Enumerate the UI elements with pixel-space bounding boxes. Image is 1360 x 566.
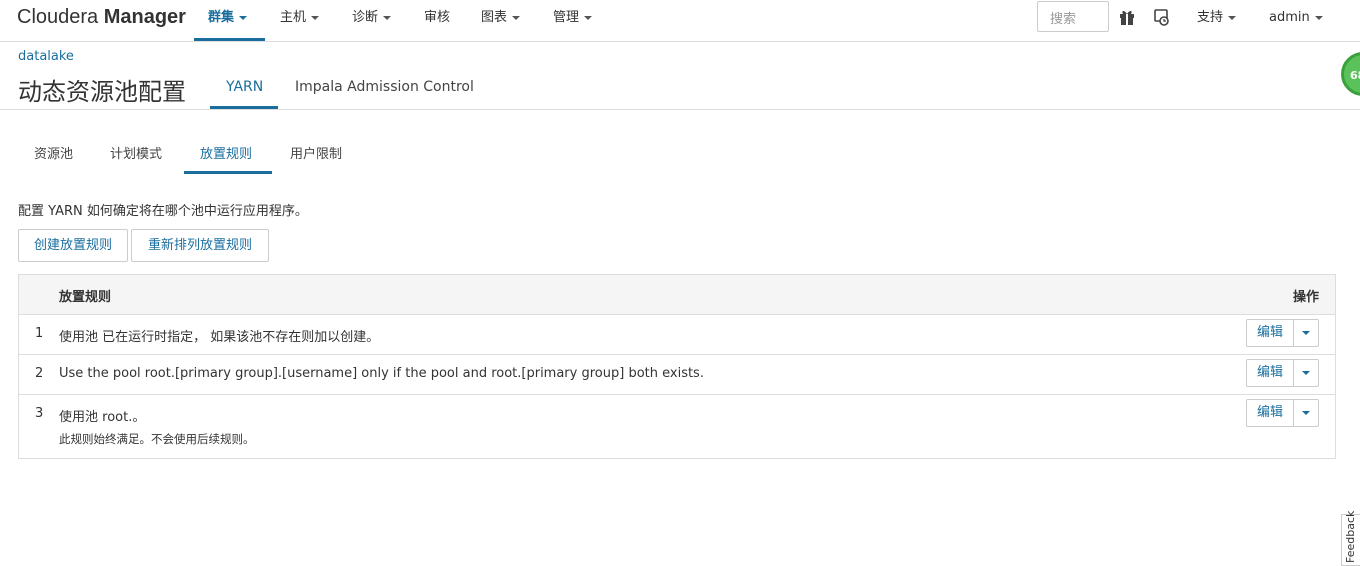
page-description: 配置 YARN 如何确定将在哪个池中运行应用程序。 (18, 204, 308, 219)
caret-down-icon (1314, 15, 1323, 20)
nav-item-diagnostics[interactable]: 诊断 (352, 0, 392, 42)
caret-down-icon (1228, 15, 1237, 20)
nav-item-support[interactable]: 支持 (1197, 0, 1237, 42)
row-number: 3 (35, 406, 44, 421)
brand-bold: Manager (103, 6, 186, 28)
tab-scheduling-modes[interactable]: 计划模式 (110, 143, 162, 162)
top-navbar: Cloudera Manager 群集 主机 诊断 审核 图表 管理 搜索 支持… (0, 0, 1360, 42)
page-title: 动态资源池配置 (18, 78, 186, 106)
nav-item-administration[interactable]: 管理 (553, 0, 593, 42)
edit-split-button: 编辑 (1246, 399, 1319, 427)
feedback-tab[interactable]: Feedback (1341, 510, 1360, 566)
nav-item-charts[interactable]: 图表 (481, 0, 521, 42)
nav-item-label: 图表 (481, 10, 508, 25)
row-number: 1 (35, 326, 44, 341)
dropdown-toggle-icon[interactable] (1294, 400, 1318, 426)
reorder-placement-rules-button[interactable]: 重新排列放置规则 (131, 229, 269, 262)
feedback-label: Feedback (1344, 510, 1357, 563)
caret-down-icon (512, 15, 521, 20)
dropdown-toggle-icon[interactable] (1294, 320, 1318, 346)
nav-item-label: 群集 (208, 10, 235, 25)
rule-text: 使用池 已在运行时指定， 如果该池不存在则加以创建。 (59, 330, 380, 345)
caret-down-icon (383, 15, 392, 20)
edit-button[interactable]: 编辑 (1247, 360, 1294, 386)
breadcrumb[interactable]: datalake (18, 49, 74, 64)
nav-item-hosts[interactable]: 主机 (280, 0, 320, 42)
rule-note: 此规则始终满足。不会使用后续规则。 (59, 432, 255, 446)
nav-item-label: admin (1269, 10, 1310, 25)
nav-item-clusters[interactable]: 群集 (208, 0, 248, 42)
nav-item-label: 主机 (280, 10, 307, 25)
caret-down-icon (239, 15, 248, 20)
table-row: 1 使用池 已在运行时指定， 如果该池不存在则加以创建。 编辑 (19, 315, 1335, 355)
nav-active-indicator (194, 38, 265, 41)
nav-item-label: 管理 (553, 10, 580, 25)
edit-split-button: 编辑 (1246, 319, 1319, 347)
brand-light: Cloudera (17, 6, 104, 28)
divider (0, 109, 1360, 110)
sub-tab-active-indicator (184, 171, 272, 174)
health-badge[interactable]: 68 (1341, 52, 1360, 96)
table-row: 2 Use the pool root.[primary group].[use… (19, 355, 1335, 395)
nav-item-label: 支持 (1197, 10, 1224, 25)
running-commands-icon[interactable] (1152, 8, 1170, 26)
column-header-actions: 操作 (1292, 290, 1319, 305)
tab-impala-admission-control[interactable]: Impala Admission Control (295, 79, 474, 95)
caret-down-icon (311, 15, 320, 20)
tab-user-limits[interactable]: 用户限制 (290, 143, 342, 162)
nav-item-label: 审核 (424, 10, 451, 25)
caret-down-icon (584, 15, 593, 20)
tab-resource-pools[interactable]: 资源池 (34, 143, 73, 162)
tab-yarn[interactable]: YARN (226, 79, 263, 95)
tab-placement-rules[interactable]: 放置规则 (200, 143, 252, 162)
dropdown-toggle-icon[interactable] (1294, 360, 1318, 386)
nav-item-user[interactable]: admin (1269, 0, 1323, 42)
placement-rules-table: 放置规则 操作 1 使用池 已在运行时指定， 如果该池不存在则加以创建。 编辑 … (18, 274, 1336, 459)
brand-logo[interactable]: Cloudera Manager (17, 6, 186, 29)
nav-item-label: 诊断 (352, 10, 379, 25)
nav-item-audits[interactable]: 审核 (424, 0, 450, 42)
rule-text: 使用池 root.。 (59, 410, 146, 425)
create-placement-rule-button[interactable]: 创建放置规则 (18, 229, 128, 262)
edit-split-button: 编辑 (1246, 359, 1319, 387)
row-number: 2 (35, 366, 44, 381)
table-row: 3 使用池 root.。 此规则始终满足。不会使用后续规则。 编辑 (19, 395, 1335, 458)
column-header-rule: 放置规则 (59, 290, 112, 305)
gift-icon[interactable] (1118, 8, 1136, 26)
edit-button[interactable]: 编辑 (1247, 320, 1294, 346)
rule-text: Use the pool root.[primary group].[usern… (59, 366, 704, 381)
table-header: 放置规则 操作 (19, 275, 1335, 315)
edit-button[interactable]: 编辑 (1247, 400, 1294, 426)
search-input[interactable]: 搜索 (1037, 1, 1109, 32)
